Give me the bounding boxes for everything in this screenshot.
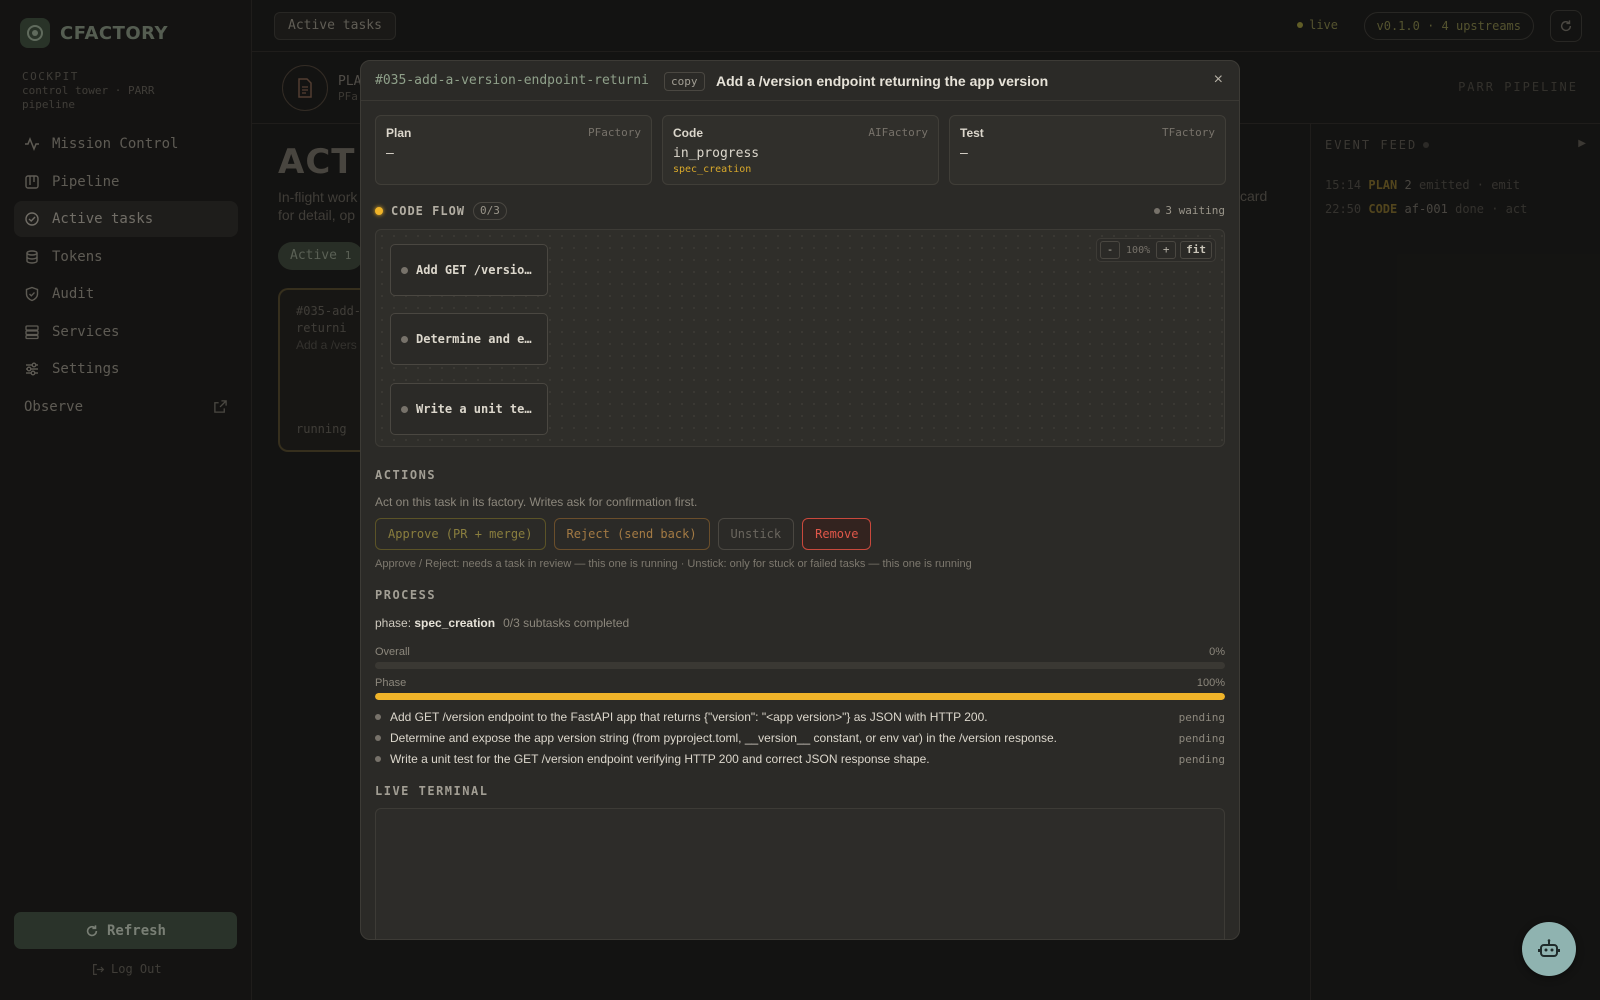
actions-title: ACTIONS bbox=[375, 468, 437, 482]
subtask-text: Determine and expose the app version str… bbox=[390, 731, 1058, 745]
flow-node[interactable]: Add GET /version endpoint to the FastAPI… bbox=[390, 244, 548, 296]
zoom-in-button[interactable]: + bbox=[1156, 241, 1177, 259]
overall-progress-bar bbox=[375, 662, 1225, 669]
waiting-label: 3 waiting bbox=[1165, 204, 1225, 217]
process-title: PROCESS bbox=[375, 588, 437, 602]
stage-factory: PFactory bbox=[588, 126, 641, 139]
task-detail-modal: #035-add-a-version-endpoint-returni copy… bbox=[360, 60, 1240, 940]
phase-label: phase: spec_creation bbox=[375, 616, 495, 630]
subtask-row: Determine and expose the app version str… bbox=[375, 731, 1225, 745]
stage-status: – bbox=[386, 146, 394, 161]
flow-node[interactable]: Write a unit test for the GET /version e… bbox=[390, 383, 548, 435]
node-status-dot bbox=[401, 266, 408, 274]
phase-bar-title: Phase bbox=[375, 677, 407, 689]
subtask-dot bbox=[375, 714, 381, 720]
subtask-dot bbox=[375, 735, 381, 741]
overall-percent: 0% bbox=[1209, 646, 1225, 658]
modal-header: #035-add-a-version-endpoint-returni copy… bbox=[361, 61, 1239, 101]
robot-icon bbox=[1538, 939, 1560, 957]
subtask-row: Add GET /version endpoint to the FastAPI… bbox=[375, 710, 1225, 724]
overall-bar-label: Overall 0% bbox=[375, 646, 1225, 658]
task-id: #035-add-a-version-endpoint-returni bbox=[375, 73, 649, 88]
live-terminal-title: LIVE TERMINAL bbox=[375, 784, 489, 798]
zoom-out-button[interactable]: - bbox=[1100, 241, 1121, 259]
code-flow-count: 0/3 bbox=[473, 202, 507, 220]
stage-card-code: Code AIFactory in_progress spec_creation bbox=[662, 115, 939, 185]
stage-name: Plan bbox=[386, 126, 412, 140]
stage-card-test: Test TFactory – bbox=[949, 115, 1226, 185]
modal-title: Add a /version endpoint returning the ap… bbox=[716, 73, 1049, 89]
node-label: Write a unit test for the GET /version e… bbox=[416, 402, 534, 416]
node-label: Add GET /version endpoint to the FastAPI… bbox=[416, 263, 534, 277]
zoom-fit-button[interactable]: fit bbox=[1180, 241, 1212, 259]
phase-name: spec_creation bbox=[414, 616, 496, 630]
code-flow-header: CODE FLOW 0/3 bbox=[375, 202, 507, 220]
reject-button[interactable]: Reject (send back) bbox=[553, 518, 710, 550]
stage-phase: spec_creation bbox=[673, 164, 752, 175]
phase-prefix: phase: bbox=[375, 616, 412, 630]
phase-percent: 100% bbox=[1196, 677, 1225, 689]
code-flow-title: CODE FLOW bbox=[391, 204, 466, 218]
copy-button[interactable]: copy bbox=[664, 72, 705, 91]
stage-card-plan: Plan PFactory – bbox=[375, 115, 652, 185]
flow-status-dot bbox=[375, 207, 383, 215]
zoom-controls: - 100% + fit bbox=[1096, 238, 1216, 262]
remove-button[interactable]: Remove bbox=[802, 518, 872, 550]
subtask-text: Add GET /version endpoint to the FastAPI… bbox=[390, 710, 988, 724]
stage-factory: AIFactory bbox=[868, 126, 928, 139]
stage-factory: TFactory bbox=[1162, 126, 1215, 139]
close-icon[interactable]: × bbox=[1214, 71, 1223, 89]
subtask-text: Write a unit test for the GET /version e… bbox=[390, 752, 930, 766]
stage-status: – bbox=[960, 146, 968, 161]
approve-button[interactable]: Approve (PR + merge) bbox=[375, 518, 546, 550]
node-status-dot bbox=[401, 335, 408, 343]
assistant-bot-button[interactable] bbox=[1522, 922, 1576, 976]
stage-status: in_progress bbox=[673, 146, 760, 161]
actions-hint: Act on this task in its factory. Writes … bbox=[375, 495, 698, 509]
subtask-status: pending bbox=[1178, 710, 1225, 724]
live-terminal[interactable] bbox=[375, 808, 1225, 939]
overall-label: Overall bbox=[375, 646, 410, 658]
node-label: Determine and expose the app version str… bbox=[416, 332, 534, 346]
subtask-row: Write a unit test for the GET /version e… bbox=[375, 752, 1225, 766]
subtask-status: pending bbox=[1178, 752, 1225, 766]
subtask-status: pending bbox=[1178, 731, 1225, 745]
stage-name: Code bbox=[673, 126, 703, 140]
phase-bar-label: Phase 100% bbox=[375, 677, 1225, 689]
unstick-button[interactable]: Unstick bbox=[717, 518, 795, 550]
phase-progress-bar bbox=[375, 693, 1225, 700]
zoom-level: 100% bbox=[1126, 244, 1151, 256]
waiting-indicator: 3 waiting bbox=[1154, 204, 1225, 217]
subtask-dot bbox=[375, 756, 381, 762]
phase-info: phase: spec_creation 0/3 subtasks comple… bbox=[375, 616, 629, 630]
phase-progress-fill bbox=[375, 693, 1225, 700]
flow-canvas[interactable]: - 100% + fit Add GET /version endpoint t… bbox=[375, 229, 1225, 447]
actions-note: Approve / Reject: needs a task in review… bbox=[375, 558, 972, 570]
subtasks-completed: 0/3 subtasks completed bbox=[503, 616, 630, 630]
flow-node[interactable]: Determine and expose the app version str… bbox=[390, 313, 548, 365]
action-buttons: Approve (PR + merge) Reject (send back) … bbox=[375, 518, 872, 550]
waiting-dot bbox=[1154, 207, 1161, 214]
stage-name: Test bbox=[960, 126, 984, 140]
node-status-dot bbox=[401, 405, 408, 413]
